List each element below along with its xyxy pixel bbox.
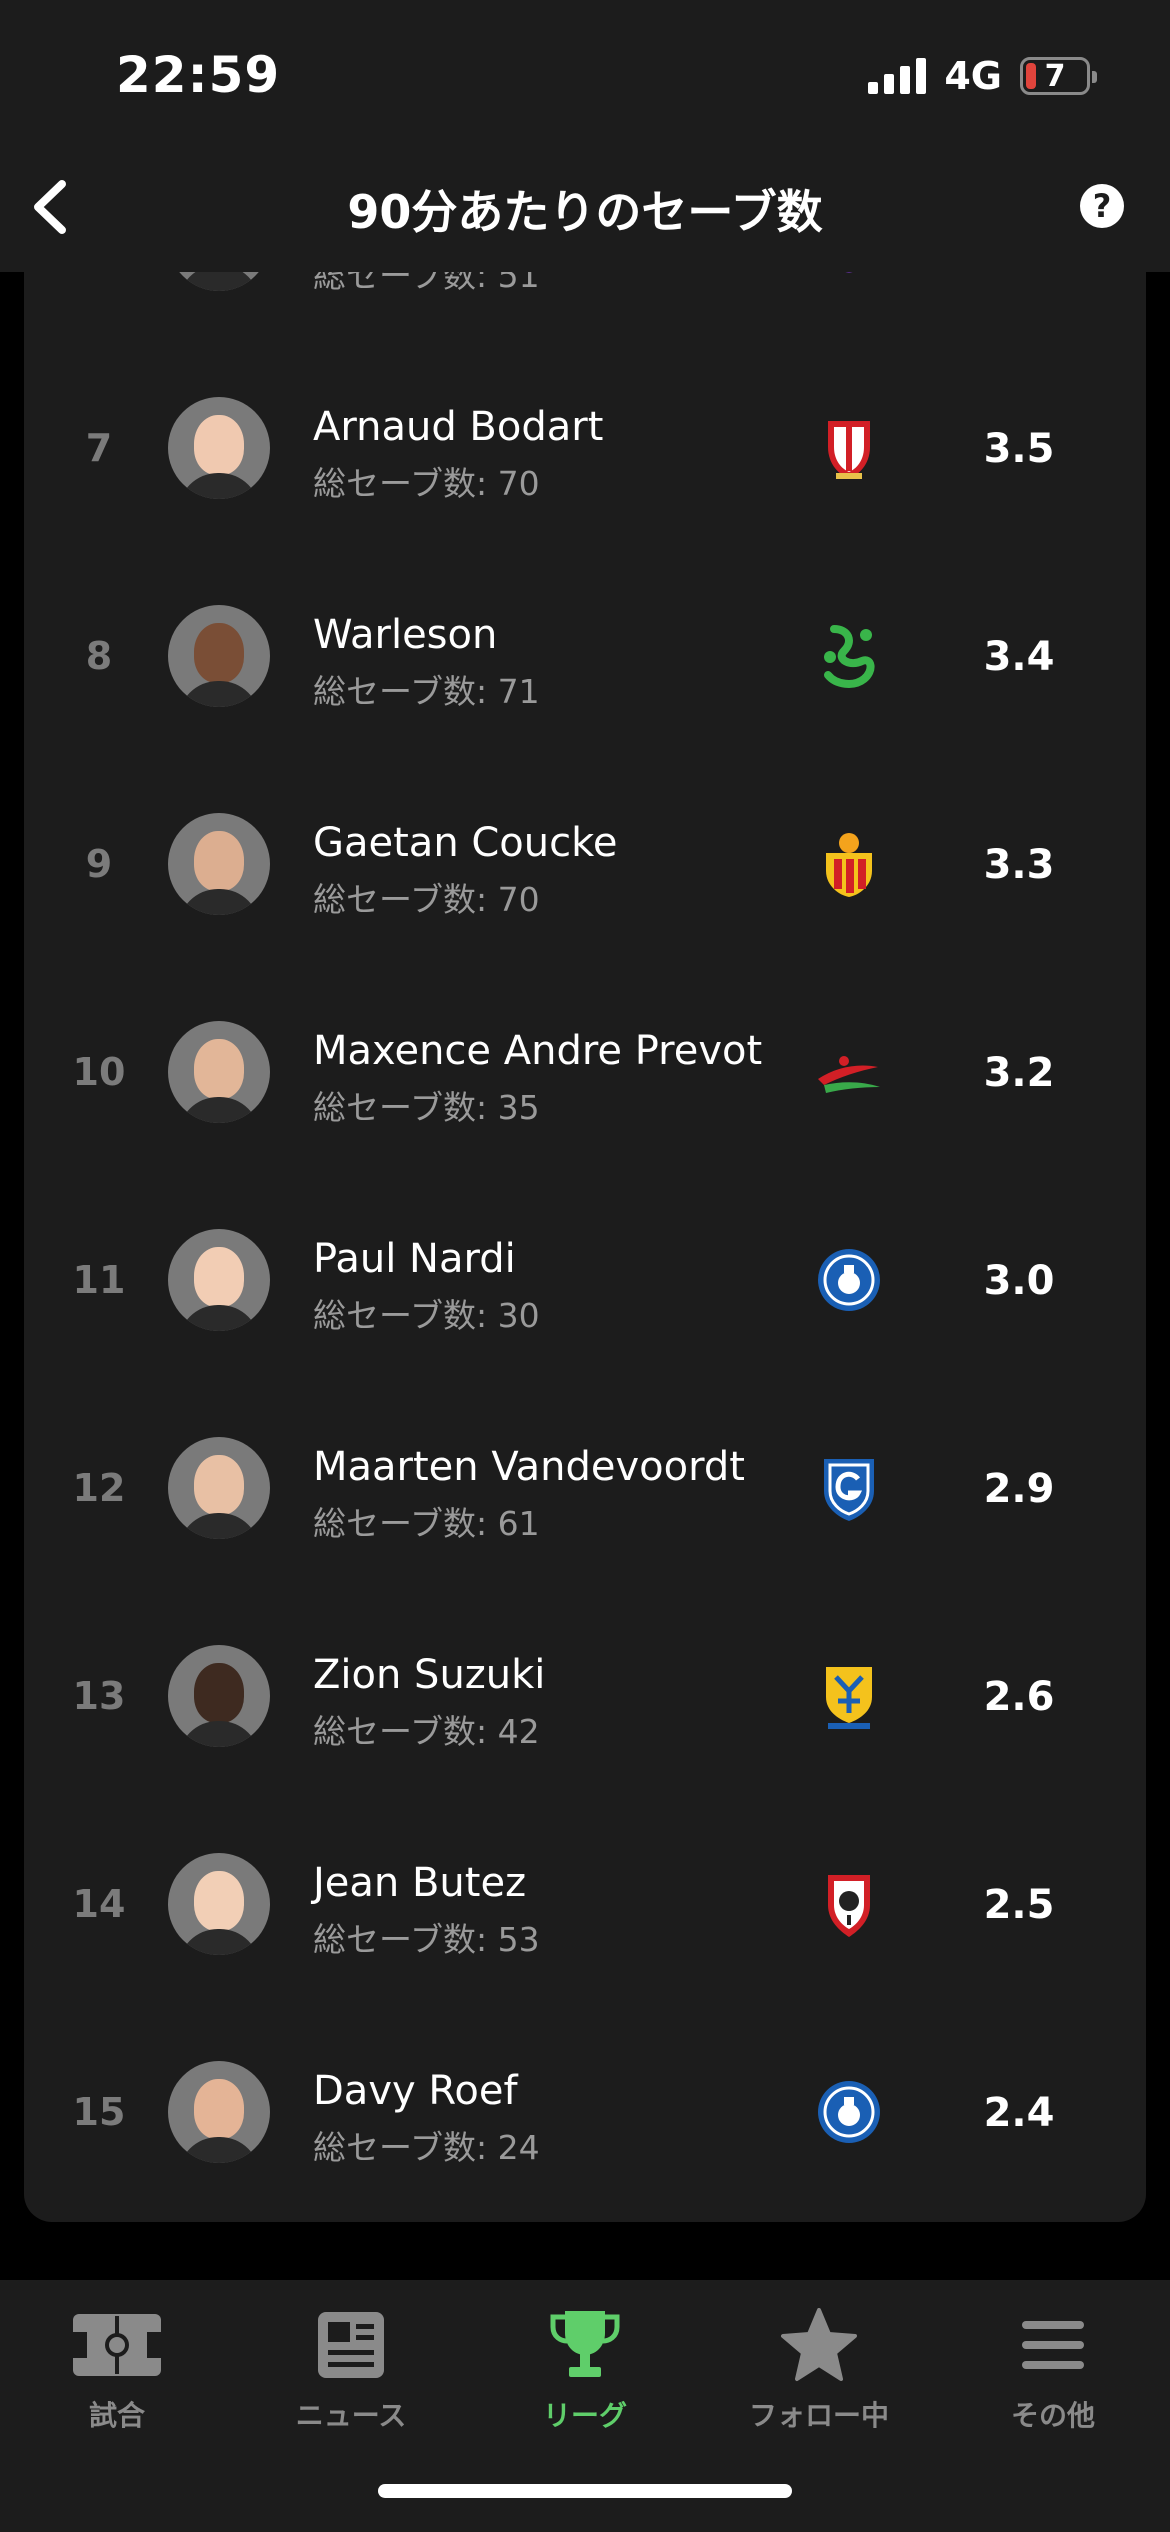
player-total-saves: 総セーブ数: 42 xyxy=(313,1712,540,1751)
player-row[interactable]: 14 Jean Butez 総セーブ数: 53 2.5 xyxy=(24,1820,1146,1988)
crest-mechelen-icon xyxy=(814,829,884,899)
battery-icon: 7 xyxy=(1020,57,1097,95)
saves-per-90-value: 3.2 xyxy=(983,1050,1055,1096)
player-rank: 12 xyxy=(72,1466,126,1510)
player-total-saves: 総セーブ数: 35 xyxy=(313,1088,540,1127)
pitch-icon xyxy=(73,2314,161,2376)
status-icons: 4G 7 xyxy=(868,54,1097,98)
player-row[interactable]: 15 Davy Roef 総セーブ数: 24 2.4 xyxy=(24,2028,1146,2196)
saves-per-90-value: 3.4 xyxy=(983,634,1055,680)
player-name: Zion Suzuki xyxy=(313,1652,546,1698)
avatar xyxy=(168,397,270,499)
player-total-saves: 総セーブ数: 30 xyxy=(313,1296,540,1335)
crest-genk-icon xyxy=(814,1453,884,1523)
saves-per-90-value: 2.6 xyxy=(983,1674,1055,1720)
player-name: Paul Nardi xyxy=(313,1236,516,1282)
saves-per-90-value: 2.4 xyxy=(983,2090,1055,2136)
page-title: 90分あたりのセーブ数 xyxy=(347,185,823,239)
network-label: 4G xyxy=(944,54,1002,98)
player-row[interactable]: 7 Arnaud Bodart 総セーブ数: 70 3.5 xyxy=(24,364,1146,532)
saves-per-90-value: 3.5 xyxy=(983,426,1055,472)
player-row[interactable]: 12 Maarten Vandevoordt 総セーブ数: 61 2.9 xyxy=(24,1404,1146,1572)
tab-label: フォロー中 xyxy=(748,2399,889,2432)
tab-following[interactable]: フォロー中 xyxy=(702,2300,936,2434)
player-rank: 10 xyxy=(72,1050,126,1094)
top-bar: 22:59 4G 7 90分あたりのセーブ数 ? xyxy=(0,0,1170,272)
player-row[interactable]: 9 Gaetan Coucke 総セーブ数: 70 3.3 xyxy=(24,780,1146,948)
player-rank: 13 xyxy=(72,1674,126,1718)
player-rank: 15 xyxy=(72,2090,126,2134)
player-rank: 14 xyxy=(72,1882,126,1926)
saves-per-90-value: 3.3 xyxy=(983,842,1055,888)
tab-label: リーグ xyxy=(542,2399,627,2432)
tab-label: 試合 xyxy=(88,2399,145,2432)
avatar xyxy=(168,1437,270,1539)
player-name: Jean Butez xyxy=(313,1860,527,1906)
home-indicator xyxy=(378,2484,792,2498)
help-button[interactable]: ? xyxy=(1080,184,1124,228)
crest-stvv-icon xyxy=(814,1661,884,1731)
menu-icon xyxy=(1022,2321,1084,2369)
player-row[interactable]: 11 Paul Nardi 総セーブ数: 30 3.0 xyxy=(24,1196,1146,1364)
leaderboard-list: 6Kasper Schmeichel総セーブ数: 513.67Arnaud Bo… xyxy=(24,230,1146,2222)
avatar xyxy=(168,1021,270,1123)
avatar xyxy=(168,813,270,915)
player-rank: 7 xyxy=(85,426,113,470)
star-icon xyxy=(781,2308,857,2381)
saves-per-90-value: 3.0 xyxy=(983,1258,1055,1304)
saves-per-90-value: 2.5 xyxy=(983,1882,1055,1928)
crest-zulte-icon xyxy=(814,1037,884,1107)
tab-leagues[interactable]: リーグ xyxy=(468,2300,702,2434)
crest-gent-icon xyxy=(814,2077,884,2147)
player-rank: 8 xyxy=(85,634,113,678)
player-row[interactable]: 10 Maxence Andre Prevot 総セーブ数: 35 3.2 xyxy=(24,988,1146,1156)
player-row[interactable]: 13 Zion Suzuki 総セーブ数: 42 2.6 xyxy=(24,1612,1146,1780)
tab-label: ニュース xyxy=(295,2399,407,2432)
tab-news[interactable]: ニュース xyxy=(234,2300,468,2434)
avatar xyxy=(168,1853,270,1955)
saves-per-90-value: 2.9 xyxy=(983,1466,1055,1512)
status-time: 22:59 xyxy=(116,46,281,104)
player-rank: 9 xyxy=(85,842,113,886)
tab-label: その他 xyxy=(1010,2399,1095,2432)
signal-icon xyxy=(868,58,927,94)
player-total-saves: 総セーブ数: 71 xyxy=(313,672,540,711)
player-total-saves: 総セーブ数: 70 xyxy=(313,464,540,503)
player-name: Warleson xyxy=(313,612,498,658)
tab-matches[interactable]: 試合 xyxy=(0,2300,234,2434)
player-name: Maarten Vandevoordt xyxy=(313,1444,745,1490)
avatar xyxy=(168,605,270,707)
player-total-saves: 総セーブ数: 61 xyxy=(313,1504,540,1543)
player-total-saves: 総セーブ数: 70 xyxy=(313,880,540,919)
news-icon xyxy=(318,2312,384,2378)
battery-level: 7 xyxy=(1044,58,1066,94)
player-name: Maxence Andre Prevot xyxy=(313,1028,763,1074)
player-rank: 11 xyxy=(72,1258,126,1302)
avatar xyxy=(168,1229,270,1331)
player-name: Davy Roef xyxy=(313,2068,518,2114)
crest-gent-icon xyxy=(814,1245,884,1315)
crest-cercle-icon xyxy=(814,621,884,691)
player-total-saves: 総セーブ数: 24 xyxy=(313,2128,540,2167)
trophy-icon xyxy=(550,2311,620,2377)
player-name: Gaetan Coucke xyxy=(313,820,618,866)
tab-more[interactable]: その他 xyxy=(936,2300,1170,2434)
crest-antwerp-icon xyxy=(814,1869,884,1939)
player-total-saves: 総セーブ数: 53 xyxy=(313,1920,540,1959)
player-name: Arnaud Bodart xyxy=(313,404,604,450)
player-row[interactable]: 8 Warleson 総セーブ数: 71 3.4 xyxy=(24,572,1146,740)
avatar xyxy=(168,2061,270,2163)
crest-standard-icon xyxy=(814,413,884,483)
avatar xyxy=(168,1645,270,1747)
